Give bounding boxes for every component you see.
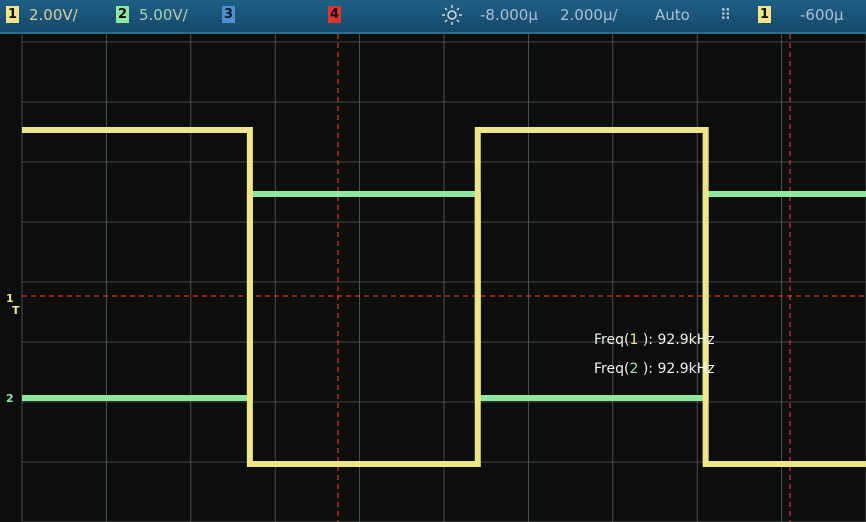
rising-edge-icon: ⠿ [720, 6, 731, 24]
freq-label: Freq( [594, 361, 630, 377]
trigger-mode[interactable]: Auto [655, 6, 690, 24]
ch2-badge: 2 [116, 6, 129, 23]
ch1-scale-indicator[interactable]: 1 2.00V/ [6, 6, 78, 24]
trigger-level[interactable]: -600µ [800, 6, 844, 24]
sun-brightness-icon [442, 5, 462, 29]
graticule [21, 34, 866, 522]
ch3-badge: 3 [222, 6, 235, 23]
trigger-level-marker[interactable]: T [12, 304, 20, 317]
freq-value-2: ): 92.9kHz [638, 361, 715, 377]
time-delay[interactable]: -8.000µ [480, 6, 538, 24]
freq-ch2-readout: Freq(2 ): 92.9kHz [594, 361, 715, 377]
ch1-badge: 1 [6, 6, 19, 23]
waveform-canvas [21, 34, 866, 522]
oscilloscope-screen: 1 2.00V/ 2 5.00V/ 3 4 -8.000µ 2.000µ/ Auto… [0, 0, 866, 522]
ch4-badge: 4 [328, 6, 341, 23]
ch3-indicator[interactable]: 3 [222, 6, 235, 24]
waveform-display: 1 T 2 Freq(1 ): 92.9kHz Freq(2 ): 92.9kH… [0, 34, 866, 522]
ch2-scale: 5.00V/ [139, 6, 188, 24]
ch1-scale: 2.00V/ [29, 6, 78, 24]
trigger-source-indicator[interactable]: 1 [758, 6, 771, 24]
freq-ch1-readout: Freq(1 ): 92.9kHz [594, 332, 715, 348]
status-bar: 1 2.00V/ 2 5.00V/ 3 4 -8.000µ 2.000µ/ Auto… [0, 0, 866, 34]
freq-label: Freq( [594, 332, 630, 348]
time-scale[interactable]: 2.000µ/ [560, 6, 618, 24]
freq-value-1: ): 92.9kHz [638, 332, 715, 348]
trigger-source: 1 [758, 6, 771, 23]
ch2-ground-marker[interactable]: 2 [6, 392, 14, 405]
ch4-indicator[interactable]: 4 [328, 6, 341, 24]
ch2-scale-indicator[interactable]: 2 5.00V/ [116, 6, 188, 24]
